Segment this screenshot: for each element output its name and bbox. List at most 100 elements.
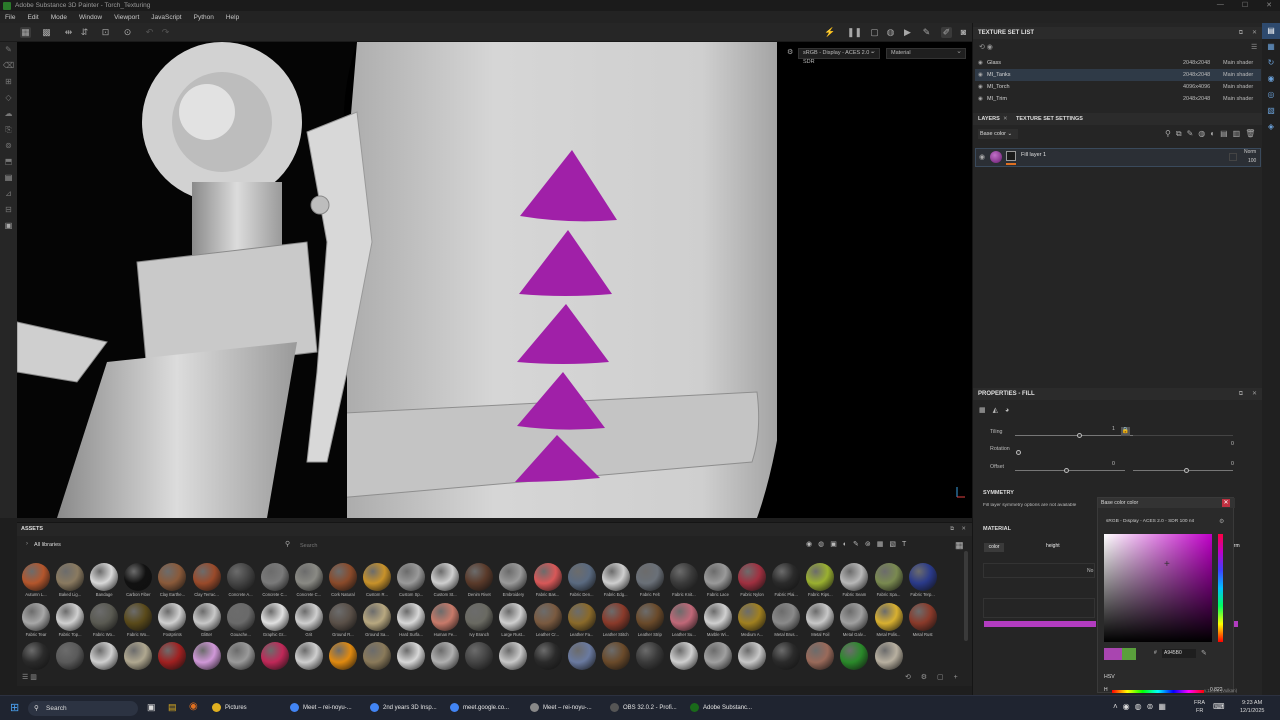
asset-thumbnail[interactable] [840, 602, 869, 631]
asset-thumbnail[interactable] [328, 563, 357, 591]
saturation-value-area[interactable] [1104, 534, 1212, 642]
polyfill-tool-icon[interactable]: ◇ [0, 90, 17, 106]
asset-thumbnail[interactable] [192, 642, 221, 670]
clock-time[interactable]: 9:23 AM [1242, 700, 1262, 706]
hue-slider[interactable] [1218, 534, 1223, 642]
minimize-button[interactable]: — [1217, 1, 1224, 9]
asset-list-icon[interactable]: ☰ ▥ [22, 673, 37, 681]
texture-set-toolbar-icons[interactable]: ⟲ ◉ [979, 43, 993, 51]
asset-thumbnail[interactable] [567, 642, 596, 670]
display-mode-dropdown[interactable]: Material [886, 47, 966, 59]
tiling-value[interactable]: 1 [1112, 426, 1115, 432]
offset-y-value[interactable]: 0 [1231, 461, 1234, 467]
eraser-tool-icon[interactable]: ⌫ [0, 58, 17, 74]
texture-set-row[interactable]: ◉ Glass 2048x2048 Main shader [975, 57, 1261, 69]
visibility-eye-icon[interactable]: ◉ [978, 81, 983, 93]
history-icon[interactable]: ↻ [1262, 55, 1280, 71]
close-panel-icon[interactable]: ✕ [961, 523, 966, 536]
undo-icon[interactable]: ↶ [144, 27, 155, 38]
file-explorer-icon[interactable]: ▤ [168, 702, 177, 713]
asset-thumbnail[interactable] [635, 602, 664, 631]
menu-python[interactable]: Python [194, 14, 214, 21]
viewport-settings-icon[interactable]: ⚙ [787, 48, 795, 58]
split-view-icon[interactable]: ⇹ [63, 27, 74, 38]
asset-thumbnail[interactable] [158, 563, 187, 591]
asset-thumbnail[interactable] [738, 642, 767, 670]
asset-thumbnail[interactable] [397, 602, 426, 631]
asset-thumbnail[interactable] [397, 642, 426, 670]
asset-thumbnail[interactable] [601, 642, 630, 670]
asset-thumbnail[interactable] [260, 563, 289, 591]
asset-thumbnail[interactable] [499, 642, 528, 670]
taskbar-app-button[interactable]: Pictures [212, 701, 247, 716]
asset-thumbnail[interactable] [124, 602, 153, 631]
channel-color-button[interactable]: color [984, 543, 1004, 552]
picker-colorspace[interactable]: sRGB - Display - ACES 2.0 - SDR 100 nit [1106, 519, 1221, 524]
asset-thumbnail[interactable] [260, 602, 289, 631]
asset-thumbnail[interactable] [22, 642, 50, 670]
asset-thumbnail[interactable] [56, 563, 85, 591]
taskbar-app-button[interactable]: OBS 32.0.2 - Profi... [610, 701, 677, 716]
network-icon[interactable]: ⌨ [1213, 702, 1225, 711]
tab-texture-set-settings[interactable]: TEXTURE SET SETTINGS [1016, 113, 1083, 125]
asset-thumbnail[interactable] [328, 602, 357, 631]
asset-thumbnail[interactable] [363, 563, 391, 591]
asset-thumbnail[interactable] [22, 563, 50, 591]
asset-thumbnail[interactable] [158, 642, 187, 670]
channel-height-button[interactable]: height [1046, 543, 1060, 549]
picker-settings-icon[interactable]: ⚙ [1219, 518, 1224, 525]
asset-thumbnail[interactable] [567, 602, 596, 631]
layer-tool-icon[interactable]: ▤ [0, 170, 17, 186]
taskbar-search[interactable]: ⚲ Search [28, 701, 138, 716]
align-icon[interactable]: ⇵ [79, 27, 90, 38]
asset-thumbnail[interactable] [363, 642, 391, 670]
asset-thumbnail[interactable] [124, 642, 153, 670]
menu-help[interactable]: Help [226, 14, 239, 21]
save-tool-icon[interactable]: ▣ [0, 218, 17, 234]
screenshot-icon[interactable]: ◙ [958, 27, 969, 38]
brush-icon[interactable]: ✎ [921, 27, 932, 38]
asset-thumbnail[interactable] [294, 563, 323, 591]
asset-thumbnail[interactable] [226, 563, 255, 591]
asset-thumbnail[interactable] [567, 563, 596, 591]
task-view-icon[interactable]: ▣ [147, 702, 156, 713]
asset-thumbnail[interactable] [704, 563, 732, 591]
asset-thumbnail[interactable] [431, 602, 460, 631]
asset-thumbnail[interactable] [192, 563, 221, 591]
asset-thumbnail[interactable] [294, 602, 323, 631]
menu-window[interactable]: Window [79, 14, 102, 21]
hex-input[interactable]: A945B0 [1162, 649, 1196, 658]
grid-multi-icon[interactable]: ▩ [41, 27, 52, 38]
measure-tool-icon[interactable]: ⊿ [0, 186, 17, 202]
texture-set-row[interactable]: ◉ MI_Trim 2048x2048 Main shader [975, 93, 1261, 105]
asset-thumbnail[interactable] [328, 642, 357, 670]
asset-thumbnail[interactable] [908, 602, 937, 631]
asset-thumbnail[interactable] [363, 602, 391, 631]
asset-search-input[interactable]: Search [300, 543, 317, 549]
asset-thumbnail[interactable] [601, 563, 630, 591]
reset-view-icon[interactable]: ⊙ [122, 27, 133, 38]
maximize-button[interactable]: ☐ [1242, 1, 1248, 9]
asset-thumbnail[interactable] [874, 642, 903, 670]
tiling-slider-2[interactable] [1133, 435, 1233, 436]
asset-thumbnail[interactable] [738, 563, 767, 591]
asset-thumbnail[interactable] [738, 602, 767, 631]
asset-thumbnail[interactable] [840, 642, 869, 670]
asset-thumbnail[interactable] [226, 602, 255, 631]
offset-x-slider[interactable] [1015, 470, 1125, 471]
material-field[interactable] [983, 563, 1095, 578]
text-tool-icon[interactable]: ⊟ [0, 202, 17, 218]
asset-thumbnail[interactable] [806, 642, 835, 670]
asset-scrollbar[interactable] [964, 551, 968, 641]
layers-panel-icon[interactable]: ▤ [1262, 23, 1280, 39]
asset-thumbnail[interactable] [806, 602, 835, 631]
layer-checkbox[interactable] [1229, 153, 1237, 161]
grid-single-icon[interactable]: ▦ [20, 27, 31, 38]
magic-icon[interactable]: ⚡ [824, 27, 835, 38]
bake-tool-icon[interactable]: ⬒ [0, 154, 17, 170]
asset-thumbnail[interactable] [874, 602, 903, 631]
pause-icon[interactable]: ❚❚ [847, 27, 862, 38]
asset-thumbnail[interactable] [465, 642, 494, 670]
layer-name[interactable]: Fill layer 1 [1021, 152, 1046, 158]
smudge-tool-icon[interactable]: ☁ [0, 106, 17, 122]
